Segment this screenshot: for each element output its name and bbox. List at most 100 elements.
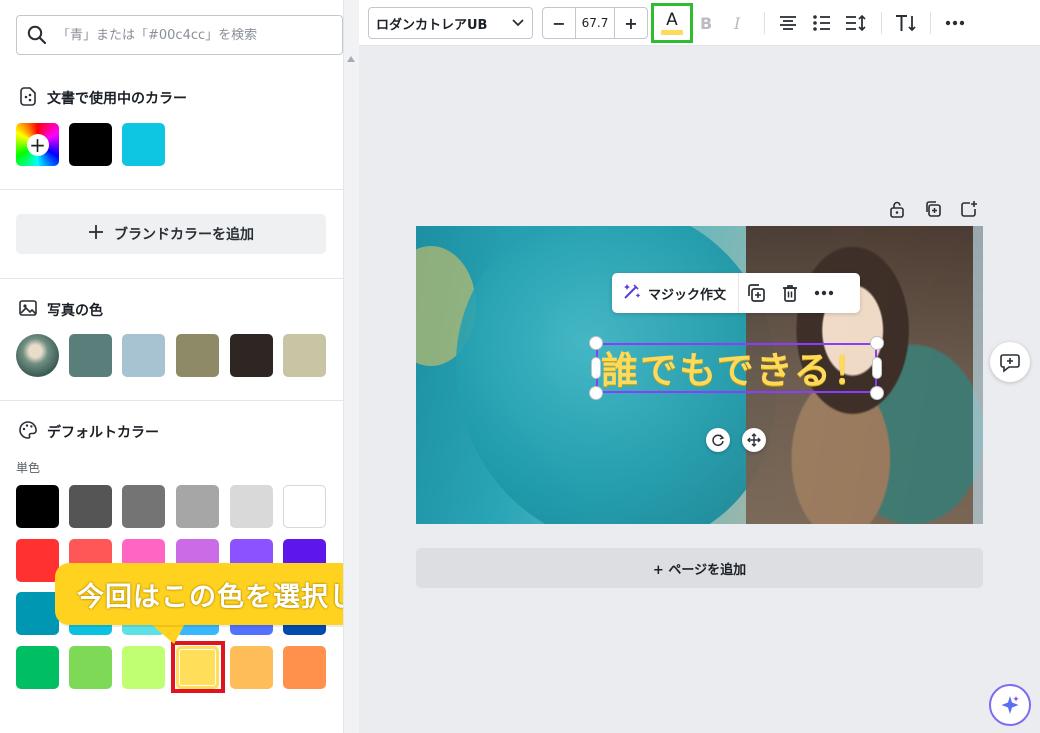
magic-write-button[interactable]: マジック作文 [612,273,740,313]
resize-handle-top-left[interactable] [590,337,602,349]
list-button[interactable] [807,7,837,39]
default-color-swatch[interactable] [283,646,326,689]
photo-colors-heading: 写真の色 [18,298,103,322]
default-color-swatch[interactable] [230,485,273,528]
italic-icon: I [733,14,741,32]
photo-color-swatch[interactable] [122,334,165,377]
document-colors-title: 文書で使用中のカラー [47,91,187,107]
selection-highlight-box [171,641,225,693]
resize-handle-right[interactable] [873,358,881,378]
element-context-menu: マジック作文 [612,273,860,313]
default-color-swatch[interactable] [16,646,59,689]
more-options-button[interactable] [940,7,970,39]
line-spacing-icon [846,14,866,32]
default-color-swatch[interactable] [176,485,219,528]
divider [0,278,343,279]
move-button[interactable] [742,428,766,452]
font-family-dropdown[interactable]: ロダンカトレアUB [368,7,533,39]
color-panel: 文書で使用中のカラー + ブランドカラーを追加 写真の色 デフォルトカラー 単色… [0,0,344,733]
document-color-swatch[interactable] [122,123,165,166]
move-icon [747,433,761,447]
trash-icon [783,285,798,302]
divider [0,189,343,190]
toolbar-separator [881,12,882,34]
photo-color-swatch[interactable] [176,334,219,377]
default-color-swatch[interactable] [69,646,112,689]
font-size-value[interactable]: 67.7 [575,8,615,38]
add-color-button[interactable]: + [16,123,59,166]
photo-color-swatch[interactable] [69,334,112,377]
panel-scrollbar[interactable] [344,0,359,733]
sparkle-icon [1001,696,1019,714]
bold-button[interactable]: B [691,7,721,39]
document-color-swatch[interactable] [69,123,112,166]
font-family-value: ロダンカトレアUB [376,17,488,33]
duplicate-page-icon[interactable] [922,199,944,219]
duplicate-element-button[interactable] [739,273,773,313]
toolbar-separator [764,12,765,34]
font-size-decrease-button[interactable]: − [543,8,575,38]
resize-handle-top-right[interactable] [871,337,883,349]
default-color-swatch[interactable] [122,646,165,689]
search-icon [17,16,57,54]
more-horizontal-icon [945,20,965,26]
align-button[interactable] [773,7,803,39]
add-brand-color-button[interactable]: ブランドカラーを追加 [16,214,326,254]
default-colors-title: デフォルトカラー [47,425,159,441]
resize-handle-bottom-right[interactable] [871,387,883,399]
design-edge [973,226,983,524]
align-center-icon [780,16,796,30]
solid-colors-label: 単色 [16,461,41,475]
text-color-button[interactable]: A [651,3,693,43]
default-color-swatch[interactable] [122,485,165,528]
default-color-swatch[interactable] [16,485,59,528]
color-search[interactable] [16,15,343,55]
add-page-button[interactable]: + ページを追加 [416,548,983,588]
text-direction-button[interactable] [891,7,921,39]
default-color-swatch[interactable] [16,539,59,582]
resize-handle-bottom-left[interactable] [590,387,602,399]
photo-thumbnail[interactable] [16,334,59,377]
document-colors-heading: 文書で使用中のカラー [18,86,187,110]
photo-color-swatch[interactable] [230,334,273,377]
image-icon [18,298,38,322]
rotate-icon [712,434,725,447]
default-color-swatch[interactable] [69,485,112,528]
rotate-button[interactable] [706,428,730,452]
annotation-callout: 今回はこの色を選択します [55,563,343,625]
text-color-indicator [661,29,683,35]
page-tools [886,199,980,219]
default-color-swatch[interactable] [230,646,273,689]
palette-icon [18,420,38,444]
lock-icon[interactable] [886,199,908,219]
plus-icon [88,224,104,244]
default-color-swatch[interactable] [283,485,326,528]
resize-handle-left[interactable] [592,358,600,378]
text-toolbar: ロダンカトレアUB − 67.7 + A B I [359,0,1040,46]
add-page-icon[interactable] [958,199,980,219]
chevron-down-icon [512,16,524,31]
comment-button[interactable] [990,342,1030,382]
default-color-swatch[interactable] [16,592,59,635]
photo-colors-title: 写真の色 [47,303,103,319]
bold-icon: B [700,14,712,32]
spacing-button[interactable] [841,7,871,39]
vertical-text-icon [896,15,916,32]
delete-element-button[interactable] [773,273,807,313]
plus-icon: + [26,133,49,156]
toolbar-separator [930,12,931,34]
text-color-icon: A [666,9,678,30]
italic-button[interactable]: I [724,7,754,39]
ai-assistant-button[interactable] [989,684,1031,726]
default-colors-heading: デフォルトカラー [18,420,159,444]
font-size-stepper: − 67.7 + [542,7,648,39]
selection-box [596,343,877,393]
add-brand-color-label: ブランドカラーを追加 [114,227,254,243]
photo-color-swatch[interactable] [283,334,326,377]
color-search-input[interactable] [57,27,342,43]
element-more-button[interactable] [807,273,841,313]
comment-add-icon [1000,354,1020,373]
scroll-up-arrow-icon[interactable] [347,56,355,62]
magic-write-label: マジック作文 [648,287,727,303]
font-size-increase-button[interactable]: + [615,8,647,38]
